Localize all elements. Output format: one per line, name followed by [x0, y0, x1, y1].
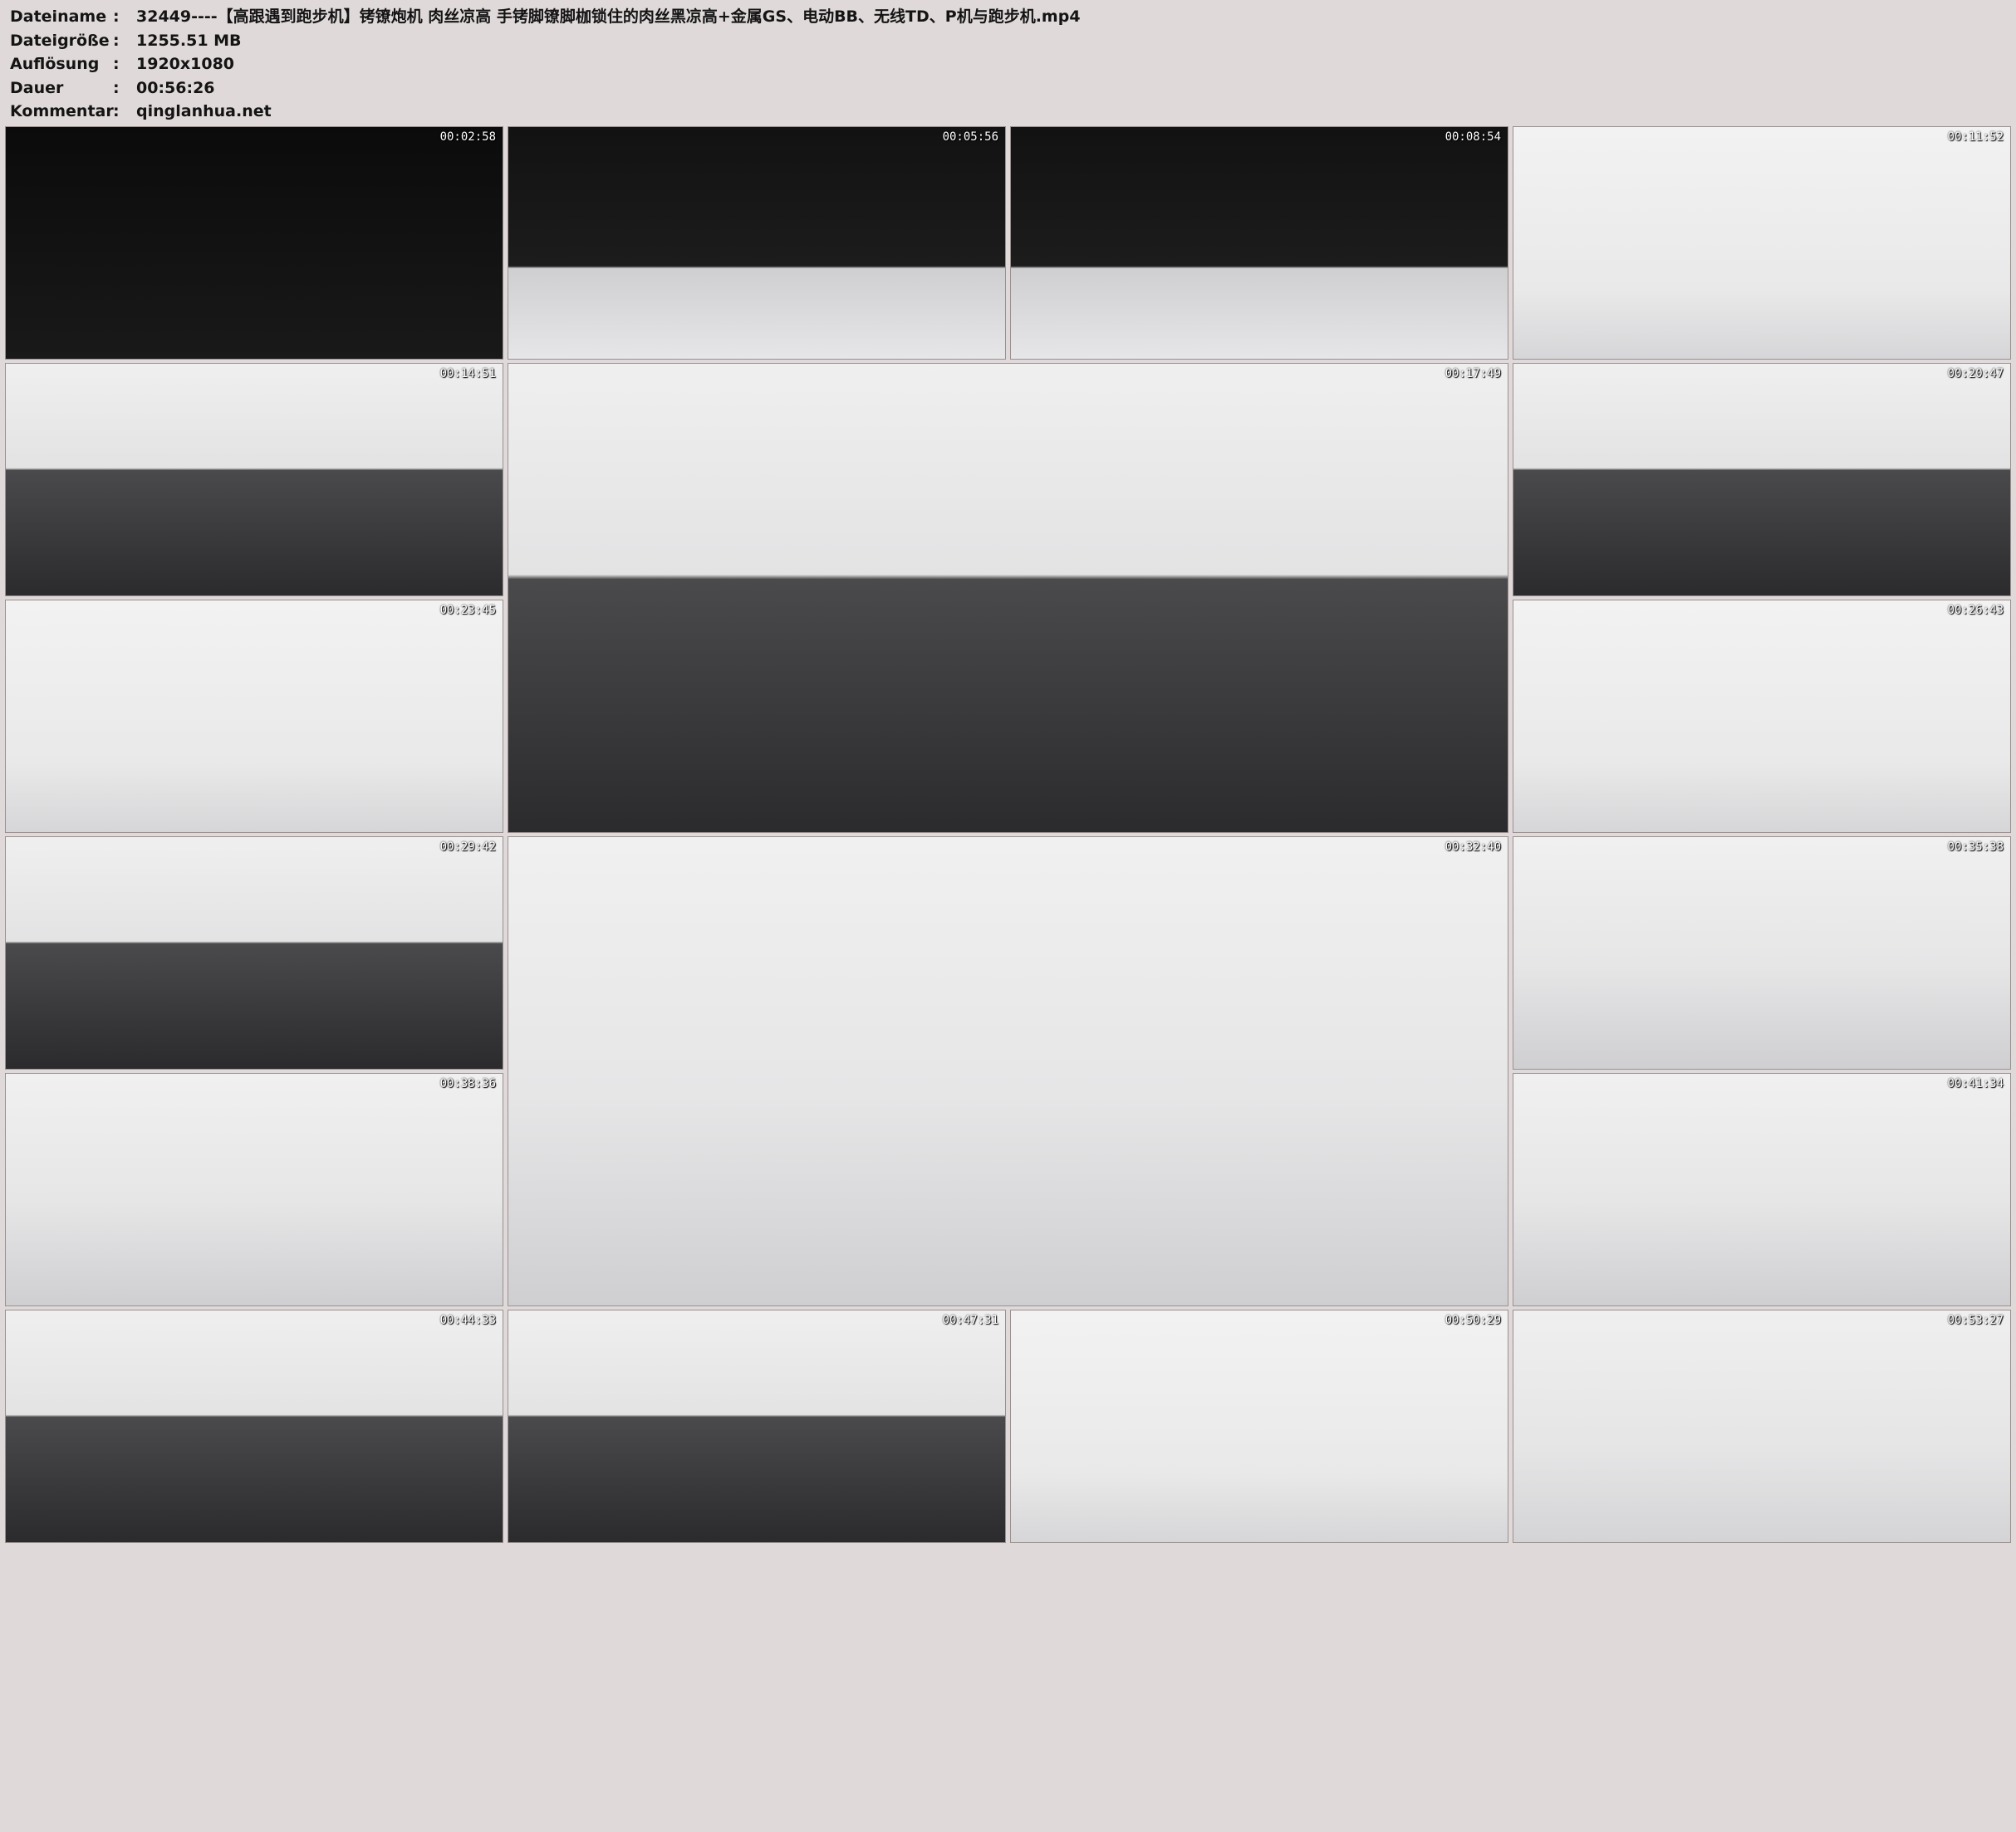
- thumbnail-frame-image: [1513, 600, 2010, 832]
- video-thumbnail[interactable]: 00:47:31: [508, 1310, 1005, 1542]
- video-thumbnail[interactable]: 00:14:51: [6, 364, 503, 595]
- thumbnail-frame-image: [6, 600, 503, 832]
- duration-row: Dauer : 00:56:26: [10, 76, 2004, 100]
- thumbnail-frame-image: [508, 837, 1508, 1305]
- thumbnail-timestamp: 00:47:31: [942, 1314, 998, 1327]
- file-info-header: Dateiname : 32449----【高跟遇到跑步机】铐镣炮机 肉丝凉高 …: [10, 5, 2004, 124]
- meta-separator: :: [113, 31, 120, 50]
- thumbnail-timestamp: 00:50:29: [1445, 1314, 1501, 1327]
- video-thumbnail[interactable]: 00:26:43: [1513, 600, 2010, 832]
- thumbnail-frame-image: [6, 364, 503, 595]
- meta-label: Dateiname: [10, 7, 107, 26]
- meta-separator: :: [113, 55, 120, 73]
- thumbnail-frame-image: [508, 1310, 1005, 1542]
- thumbnail-timestamp: 00:02:58: [439, 130, 496, 144]
- thumbnail-timestamp: 00:35:38: [1947, 840, 2004, 854]
- thumbnail-frame-image: [6, 837, 503, 1069]
- meta-separator: :: [113, 78, 120, 97]
- thumbnail-timestamp: 00:38:36: [439, 1077, 496, 1090]
- thumbnail-timestamp: 00:53:27: [1947, 1314, 2004, 1327]
- file-name-row: Dateiname : 32449----【高跟遇到跑步机】铐镣炮机 肉丝凉高 …: [10, 5, 2004, 29]
- video-thumbnail[interactable]: 00:20:47: [1513, 364, 2010, 595]
- resolution-row: Auflösung : 1920x1080: [10, 52, 2004, 76]
- video-thumbnail[interactable]: 00:17:49: [508, 364, 1508, 832]
- video-thumbnail[interactable]: 00:32:40: [508, 837, 1508, 1305]
- video-thumbnail[interactable]: 00:38:36: [6, 1074, 503, 1305]
- video-thumbnail[interactable]: 00:05:56: [508, 127, 1005, 359]
- thumbnail-timestamp: 00:41:34: [1947, 1077, 2004, 1090]
- thumbnail-timestamp: 00:20:47: [1947, 367, 2004, 380]
- file-size-value: 1255.51 MB: [136, 31, 242, 50]
- thumbnail-frame-image: [1011, 127, 1508, 359]
- thumbnail-timestamp: 00:26:43: [1947, 604, 2004, 617]
- video-thumbnail[interactable]: 00:02:58: [6, 127, 503, 359]
- thumbnail-frame-image: [508, 364, 1508, 832]
- thumbnail-frame-image: [6, 127, 503, 359]
- thumbnail-timestamp: 00:05:56: [942, 130, 998, 144]
- comment-row: Kommentar : qinglanhua.net: [10, 100, 2004, 124]
- resolution-value: 1920x1080: [136, 55, 235, 73]
- thumbnail-frame-image: [1513, 1074, 2010, 1305]
- video-thumbnail[interactable]: 00:35:38: [1513, 837, 2010, 1069]
- comment-value: qinglanhua.net: [136, 102, 272, 120]
- video-thumbnail[interactable]: 00:08:54: [1011, 127, 1508, 359]
- thumbnail-frame-image: [6, 1074, 503, 1305]
- thumbnail-frame-image: [6, 1310, 503, 1542]
- thumbnail-frame-image: [1513, 1310, 2010, 1542]
- thumbnail-timestamp: 00:11:52: [1947, 130, 2004, 144]
- file-size-row: Dateigröße : 1255.51 MB: [10, 29, 2004, 53]
- thumbnail-grid: 00:02:58 00:05:56 00:08:54 00:11:52 00:14:51…: [6, 127, 2010, 1547]
- meta-label: Dauer: [10, 78, 64, 97]
- thumbnail-frame-image: [1513, 837, 2010, 1069]
- meta-label: Dateigröße: [10, 31, 110, 50]
- thumbnail-timestamp: 00:08:54: [1445, 130, 1501, 144]
- duration-value: 00:56:26: [136, 78, 215, 97]
- thumbnail-timestamp: 00:29:42: [439, 840, 496, 854]
- video-thumbnail[interactable]: 00:23:45: [6, 600, 503, 832]
- meta-label: Auflösung: [10, 55, 100, 73]
- video-thumbnail[interactable]: 00:50:29: [1011, 1310, 1508, 1542]
- thumbnail-timestamp: 00:17:49: [1445, 367, 1501, 380]
- thumbnail-timestamp: 00:23:45: [439, 604, 496, 617]
- video-thumbnail[interactable]: 00:29:42: [6, 837, 503, 1069]
- thumbnail-timestamp: 00:32:40: [1445, 840, 1501, 854]
- thumbnail-frame-image: [1011, 1310, 1508, 1542]
- video-thumbnail[interactable]: 00:53:27: [1513, 1310, 2010, 1542]
- thumbnail-frame-image: [1513, 364, 2010, 595]
- file-name-value: 32449----【高跟遇到跑步机】铐镣炮机 肉丝凉高 手铐脚镣脚枷锁住的肉丝黑…: [136, 7, 1081, 26]
- video-thumbnail[interactable]: 00:44:33: [6, 1310, 503, 1542]
- video-thumbnail[interactable]: 00:41:34: [1513, 1074, 2010, 1305]
- thumbnail-timestamp: 00:44:33: [439, 1314, 496, 1327]
- meta-label: Kommentar: [10, 102, 114, 120]
- thumbnail-frame-image: [508, 127, 1005, 359]
- meta-separator: :: [113, 102, 120, 120]
- video-thumbnail[interactable]: 00:11:52: [1513, 127, 2010, 359]
- thumbnail-frame-image: [1513, 127, 2010, 359]
- thumbnail-timestamp: 00:14:51: [439, 367, 496, 380]
- meta-separator: :: [113, 7, 120, 26]
